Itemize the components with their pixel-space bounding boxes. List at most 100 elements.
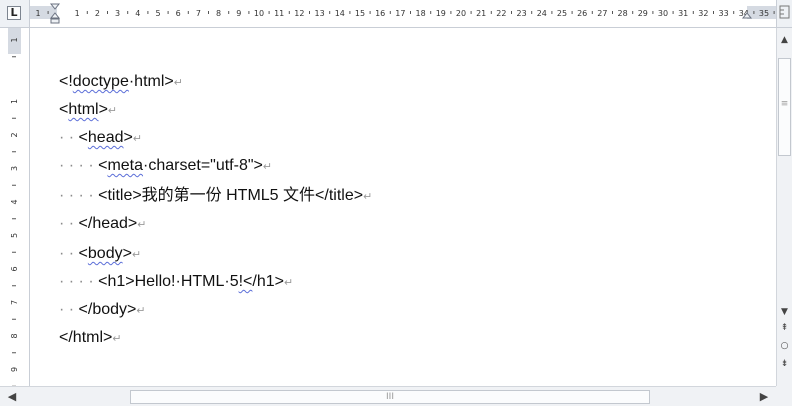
- grip-icon: ≡: [780, 99, 789, 109]
- tab-stop-selector[interactable]: L: [7, 6, 21, 20]
- h-ruler-number: 11: [274, 9, 284, 18]
- code-text: ·html>: [128, 73, 174, 90]
- code-text: <: [78, 129, 88, 146]
- paragraph-mark-icon: ↵: [132, 133, 143, 145]
- h-ruler-number: 4: [135, 9, 140, 18]
- code-text: <h1>Hello!·HTML·5: [98, 273, 239, 290]
- scroll-down-button[interactable]: ▼: [777, 304, 792, 320]
- h-ruler-number: 20: [456, 9, 466, 18]
- scrollbar-corner: [776, 386, 792, 406]
- indent-marks: · · · ·: [59, 157, 99, 174]
- horizontal-scroll-thumb[interactable]: III: [130, 390, 650, 404]
- v-ruler-number: 7: [10, 300, 19, 305]
- h-ruler-number: 10: [254, 9, 264, 18]
- code-text: /h1>: [252, 273, 284, 290]
- v-ruler-number: 2: [10, 132, 19, 137]
- v-ruler-number: 4: [10, 199, 19, 204]
- indent-marks: · · · ·: [59, 187, 99, 204]
- indent-marks: · · · ·: [59, 273, 99, 290]
- h-ruler-number: 14: [335, 9, 345, 18]
- h-ruler-number: 13: [315, 9, 325, 18]
- code-text: <title>我的第一份 HTML5 文件</title>: [98, 187, 364, 204]
- select-browse-object-button[interactable]: ○: [777, 338, 792, 354]
- v-ruler-number: 6: [10, 266, 19, 271]
- h-ruler-number: 7: [196, 9, 201, 18]
- h-ruler-number: 1: [75, 9, 80, 18]
- indent-marks: · ·: [59, 301, 79, 318]
- h-ruler-number: 1: [35, 9, 40, 18]
- code-text: <!: [59, 73, 73, 90]
- code-line[interactable]: · · <body>↵: [59, 244, 141, 265]
- h-ruler-number: 5: [155, 9, 160, 18]
- code-line[interactable]: · · · · <h1>Hello!·HTML·5!</h1>↵: [59, 272, 293, 293]
- h-ruler-number: 6: [176, 9, 181, 18]
- spellcheck-flagged-text: meta: [107, 157, 144, 174]
- v-ruler-number: 1: [10, 99, 19, 104]
- h-ruler-number: 3: [115, 9, 120, 18]
- paragraph-mark-icon: ↵: [283, 277, 294, 289]
- v-ruler-number: 8: [10, 333, 19, 338]
- h-ruler-number: 15: [355, 9, 365, 18]
- paragraph-mark-icon: ↵: [173, 77, 183, 89]
- paragraph-mark-icon: ↵: [131, 249, 142, 261]
- paragraph-mark-icon: ↵: [112, 333, 122, 345]
- scroll-left-button[interactable]: ◀: [4, 389, 20, 405]
- h-ruler-number: 27: [597, 9, 607, 18]
- h-ruler-number: 24: [537, 9, 547, 18]
- code-line[interactable]: · · </head>↵: [59, 214, 147, 235]
- h-ruler-number: 16: [375, 9, 385, 18]
- view-ruler-button[interactable]: [776, 0, 792, 28]
- spellcheck-flagged-text: html: [68, 101, 99, 118]
- paragraph-mark-icon: ↵: [136, 305, 146, 317]
- previous-page-button[interactable]: ⇞: [777, 320, 792, 336]
- h-ruler-number: 26: [577, 9, 587, 18]
- h-ruler-number: 28: [618, 9, 628, 18]
- ruler-icon: [779, 5, 790, 19]
- h-ruler-number: 33: [719, 9, 729, 18]
- h-ruler-number: 29: [638, 9, 648, 18]
- h-ruler-number: 12: [294, 9, 304, 18]
- code-text: ·charset="utf-8">: [143, 157, 263, 174]
- code-line[interactable]: · · </body>↵: [59, 300, 146, 321]
- paragraph-mark-icon: ↵: [363, 191, 373, 203]
- indent-marks: · ·: [59, 215, 79, 232]
- vertical-ruler[interactable]: 112345678910: [0, 28, 30, 386]
- h-ruler-number: 30: [658, 9, 668, 18]
- vertical-scroll-thumb[interactable]: ≡: [778, 58, 791, 156]
- code-text: <: [59, 101, 69, 118]
- spellcheck-flagged-text: doctype: [72, 73, 129, 90]
- code-line[interactable]: · · · · <meta·charset="utf-8">↵: [59, 156, 272, 177]
- v-ruler-number: 5: [10, 233, 19, 238]
- h-ruler-number: 31: [678, 9, 688, 18]
- paragraph-mark-icon: ↵: [262, 161, 273, 173]
- h-ruler-number: 18: [416, 9, 426, 18]
- code-line[interactable]: <!doctype·html>↵: [59, 72, 183, 93]
- code-text: </body>: [78, 301, 137, 318]
- code-text: </head>: [78, 215, 138, 232]
- code-text: >: [98, 101, 108, 118]
- spellcheck-flagged-text: body: [87, 245, 123, 262]
- paragraph-mark-icon: ↵: [137, 219, 147, 231]
- h-ruler-number: 25: [557, 9, 567, 18]
- h-ruler-number: 21: [476, 9, 486, 18]
- ruler-corner: L: [0, 0, 30, 28]
- code-line[interactable]: · · <head>↵: [59, 128, 142, 149]
- v-ruler-number: 3: [10, 166, 19, 171]
- document-page[interactable]: <!doctype·html>↵ <html>↵ · · <head>↵ · · · …: [30, 28, 776, 386]
- horizontal-scrollbar[interactable]: ◀ III ▶: [0, 386, 776, 406]
- code-line[interactable]: · · · · <title>我的第一份 HTML5 文件</title>↵: [59, 186, 372, 207]
- scroll-up-button[interactable]: ▲: [777, 32, 792, 48]
- vertical-scrollbar[interactable]: ▲ ≡ ▼ ⇞ ○ ⇟: [776, 28, 792, 386]
- next-page-button[interactable]: ⇟: [777, 356, 792, 372]
- code-line[interactable]: <html>↵: [59, 100, 117, 121]
- code-line[interactable]: </html>↵: [59, 328, 122, 349]
- grip-icon: III: [386, 392, 394, 402]
- scroll-right-button[interactable]: ▶: [756, 389, 772, 405]
- code-text: </html>: [59, 329, 113, 346]
- h-ruler-number: 17: [395, 9, 405, 18]
- horizontal-ruler[interactable]: 1 1 2 3 4 5 6 7 8 9 10 11 12 13 14 15 16 17 18 19 20 21 22 23 24…: [30, 0, 776, 28]
- h-ruler-number: 32: [698, 9, 708, 18]
- h-ruler-number: 8: [216, 9, 221, 18]
- spellcheck-flagged-text: head: [87, 129, 124, 146]
- h-ruler-number: 19: [436, 9, 446, 18]
